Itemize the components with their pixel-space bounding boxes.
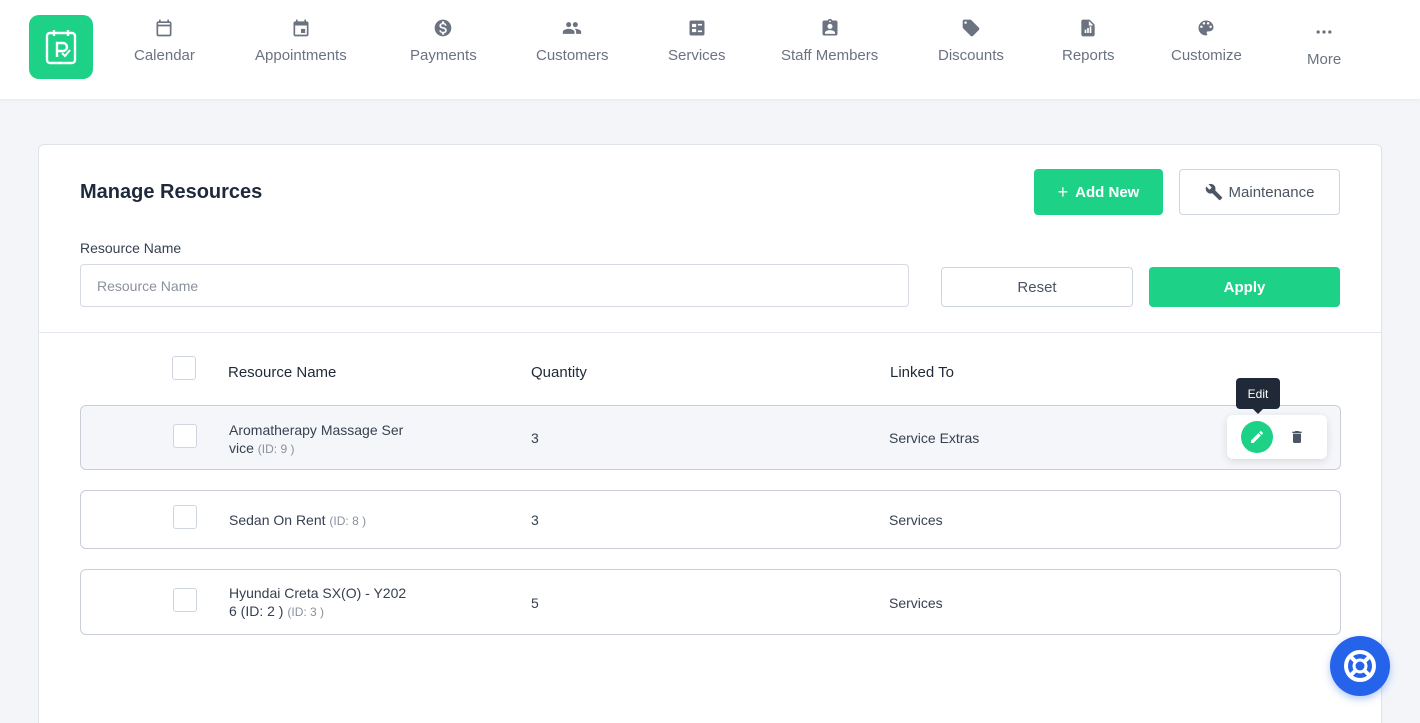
palette-icon bbox=[1198, 20, 1214, 36]
trash-icon bbox=[1292, 431, 1302, 443]
edit-tooltip: Edit bbox=[1236, 378, 1280, 409]
users-icon bbox=[563, 22, 582, 34]
nav-label: More bbox=[1307, 51, 1342, 68]
apply-label: Apply bbox=[1223, 278, 1266, 296]
nav-label: Services bbox=[668, 47, 726, 64]
nav-label: Calendar bbox=[134, 47, 195, 64]
resource-id: (ID: 9 ) bbox=[257, 442, 295, 456]
more-icon bbox=[1316, 30, 1332, 34]
column-header-quantity: Quantity bbox=[531, 364, 587, 381]
app-logo[interactable] bbox=[29, 15, 93, 79]
nav-discounts[interactable]: Discounts bbox=[938, 18, 1004, 64]
linked-to-cell: Service Extras bbox=[889, 430, 980, 446]
nav-label: Customers bbox=[536, 47, 609, 64]
services-icon bbox=[689, 20, 705, 36]
row-checkbox[interactable] bbox=[173, 505, 197, 529]
resource-name-text: Hyundai Creta SX(O) - Y202 bbox=[229, 585, 407, 601]
row-checkbox[interactable] bbox=[173, 424, 197, 448]
row-actions bbox=[1227, 415, 1327, 459]
nav-customers[interactable]: Customers bbox=[536, 18, 609, 64]
select-all-checkbox[interactable] bbox=[172, 356, 196, 380]
nav-label: Customize bbox=[1171, 47, 1242, 64]
resource-name-label: Resource Name bbox=[80, 240, 182, 256]
apply-button[interactable]: Apply bbox=[1149, 267, 1340, 307]
resource-id: (ID: 8 ) bbox=[329, 514, 367, 528]
wrench-icon bbox=[1205, 183, 1222, 201]
nav-label: Appointments bbox=[255, 47, 347, 64]
resource-name-text: Sedan On Rent bbox=[229, 512, 326, 528]
resource-name-text: Aromatherapy Massage Ser bbox=[229, 422, 404, 438]
divider bbox=[39, 332, 1381, 333]
dollar-icon bbox=[435, 19, 452, 37]
resource-id: (ID: 3 ) bbox=[287, 605, 325, 619]
quantity-cell: 3 bbox=[531, 512, 539, 528]
nav-customize[interactable]: Customize bbox=[1171, 18, 1242, 64]
table-row[interactable]: Sedan On Rent (ID: 8 ) 3 Services bbox=[80, 490, 1341, 549]
plus-icon: + bbox=[1057, 181, 1069, 202]
quantity-cell: 5 bbox=[531, 595, 539, 611]
resource-name-text-cont: vice bbox=[229, 440, 254, 456]
reset-button[interactable]: Reset bbox=[941, 267, 1133, 307]
calendar-icon bbox=[156, 19, 172, 37]
table-row[interactable]: Aromatherapy Massage Ser vice (ID: 9 ) 3… bbox=[80, 405, 1341, 470]
row-checkbox[interactable] bbox=[173, 588, 197, 612]
help-button[interactable] bbox=[1330, 636, 1390, 696]
column-header-resource-name: Resource Name bbox=[228, 364, 337, 381]
nav-reports[interactable]: Reports bbox=[1062, 18, 1115, 64]
nav-calendar[interactable]: Calendar bbox=[134, 18, 195, 64]
top-navigation: Calendar Appointments Payments Customers… bbox=[0, 0, 1420, 99]
badge-icon bbox=[822, 18, 838, 36]
linked-to-cell: Services bbox=[889, 595, 943, 611]
nav-label: Discounts bbox=[938, 47, 1004, 64]
nav-label: Reports bbox=[1062, 47, 1115, 64]
nav-label: Payments bbox=[410, 47, 477, 64]
resource-name-input[interactable] bbox=[80, 264, 909, 307]
linked-to-cell: Services bbox=[889, 512, 943, 528]
nav-label: Staff Members bbox=[781, 47, 879, 64]
pencil-icon bbox=[1251, 430, 1264, 443]
add-new-button[interactable]: + Add New bbox=[1034, 169, 1163, 215]
nav-more[interactable]: More bbox=[1307, 22, 1341, 68]
table-row[interactable]: Hyundai Creta SX(O) - Y202 6 (ID: 2 ) (I… bbox=[80, 569, 1341, 635]
nav-payments[interactable]: Payments bbox=[410, 18, 477, 64]
maintenance-label: Maintenance bbox=[1228, 183, 1315, 201]
report-icon bbox=[1081, 19, 1095, 37]
appointment-icon bbox=[293, 19, 309, 37]
tooltip-arrow bbox=[1252, 408, 1264, 414]
delete-button[interactable] bbox=[1287, 426, 1307, 448]
resource-name-cell: Hyundai Creta SX(O) - Y202 6 (ID: 2 ) (I… bbox=[229, 584, 414, 621]
resource-name-cell: Aromatherapy Massage Ser vice (ID: 9 ) bbox=[229, 421, 414, 458]
page-title: Manage Resources bbox=[80, 181, 263, 203]
resource-name-text-cont: 6 (ID: 2 ) bbox=[229, 603, 284, 619]
logo-icon bbox=[45, 30, 77, 65]
tag-icon bbox=[962, 19, 980, 37]
nav-services[interactable]: Services bbox=[668, 18, 726, 64]
maintenance-button[interactable]: Maintenance bbox=[1179, 169, 1340, 215]
quantity-cell: 3 bbox=[531, 430, 539, 446]
resource-name-cell: Sedan On Rent (ID: 8 ) bbox=[229, 511, 414, 530]
lifebuoy-icon bbox=[1344, 650, 1376, 682]
add-new-label: Add New bbox=[1075, 183, 1140, 201]
reset-label: Reset bbox=[1017, 278, 1057, 296]
resources-card: Manage Resources + Add New Maintenance R… bbox=[38, 144, 1382, 723]
nav-staff-members[interactable]: Staff Members bbox=[781, 18, 878, 64]
column-header-linked-to: Linked To bbox=[890, 364, 954, 381]
edit-button[interactable] bbox=[1241, 421, 1273, 453]
nav-appointments[interactable]: Appointments bbox=[255, 18, 347, 64]
